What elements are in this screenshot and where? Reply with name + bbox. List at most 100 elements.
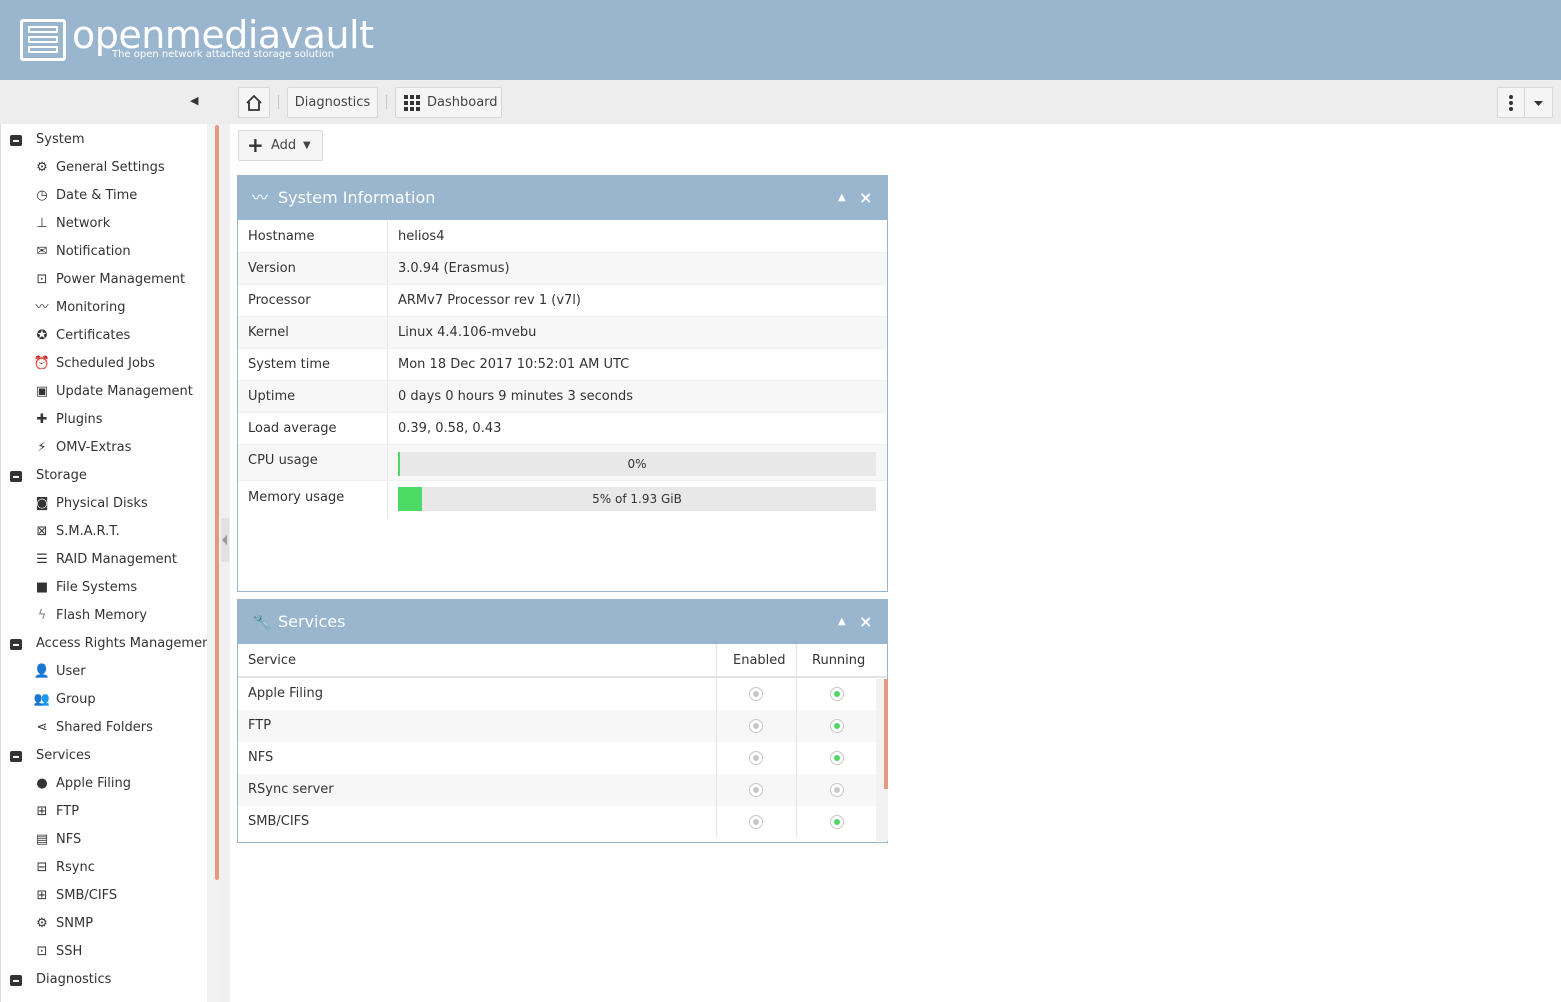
collapse-icon[interactable] [10, 471, 22, 482]
disk-icon: ◙ [35, 496, 49, 511]
wrench-icon: 🔧 [252, 612, 272, 631]
sidebar-splitter[interactable] [220, 124, 230, 1002]
table-row[interactable]: FTP [238, 710, 887, 742]
memory-usage-bar: 5% of 1.93 GiB [398, 487, 876, 511]
sidebar-item-omv-extras[interactable]: ⚡ OMV-Extras [1, 434, 219, 462]
info-row-cpu-usage: CPU usage 0% [238, 445, 887, 481]
sidebar-item-ftp[interactable]: ⊞ FTP [1, 798, 219, 826]
sidebar-item-network[interactable]: ⊥ Network [1, 210, 219, 238]
folder-icon: ■ [35, 580, 49, 595]
column-running[interactable]: Running [812, 644, 865, 678]
column-service[interactable]: Service [248, 644, 296, 678]
collapse-panel-icon[interactable]: ▲ [838, 600, 846, 644]
collapse-icon[interactable] [10, 751, 22, 762]
enabled-indicator [749, 687, 763, 701]
add-widget-button[interactable]: + Add ▼ [238, 130, 323, 161]
dropdown-button[interactable] [1524, 87, 1553, 118]
sidebar-item-shared-folders[interactable]: ⋖ Shared Folders [1, 714, 219, 742]
sidebar-item-power-management[interactable]: ⊡ Power Management [1, 266, 219, 294]
grid-icon [404, 95, 420, 111]
panel-header: 〰 System Information ▲ × [238, 176, 887, 220]
cpu-usage-bar: 0% [398, 452, 876, 476]
heartbeat-icon: ⊠ [36, 524, 48, 539]
nfs-icon: ▤ [35, 832, 49, 847]
logo-icon [20, 19, 66, 61]
sidebar-item-certificates[interactable]: ✪ Certificates [1, 322, 219, 350]
service-name: Apple Filing [248, 686, 323, 701]
collapse-icon[interactable] [10, 639, 22, 650]
sidebar-item-ssh[interactable]: ⊡ SSH [1, 938, 219, 966]
sidebar-group-system[interactable]: System [1, 126, 219, 154]
menu-button[interactable] [1497, 87, 1525, 118]
sidebar-item-monitoring[interactable]: 〰 Monitoring [1, 294, 219, 322]
column-enabled[interactable]: Enabled [733, 644, 786, 678]
sidebar-item-general-settings[interactable]: ⚙ General Settings [1, 154, 219, 182]
breadcrumb-dashboard[interactable]: Dashboard [395, 87, 502, 118]
sidebar-group-services[interactable]: Services [1, 742, 219, 770]
sidebar-item-group[interactable]: 👥 Group [1, 686, 219, 714]
table-row[interactable]: Apple Filing [238, 678, 887, 710]
info-row-uptime: Uptime 0 days 0 hours 9 minutes 3 seconds [238, 381, 887, 413]
collapse-icon[interactable] [10, 135, 22, 146]
database-icon: ☰ [36, 552, 48, 567]
sidebar-item-user[interactable]: 👤 User [1, 658, 219, 686]
sidebar-item-scheduled-jobs[interactable]: ⏰ Scheduled Jobs [1, 350, 219, 378]
alarm-clock-icon: ⏰ [33, 356, 51, 371]
flash-icon: ϟ [37, 608, 47, 623]
puzzle-icon: ✚ [36, 412, 48, 427]
caret-down-icon: ▼ [303, 140, 311, 151]
user-icon: 👤 [33, 664, 51, 679]
sidebar-item-apple-filing[interactable]: ● Apple Filing [1, 770, 219, 798]
running-indicator [830, 751, 844, 765]
close-panel-icon[interactable]: × [859, 176, 872, 220]
sidebar-item-rsync[interactable]: ⊟ Rsync [1, 854, 219, 882]
sidebar-item-update-management[interactable]: ▣ Update Management [1, 378, 219, 406]
table-row[interactable]: SMB/CIFS [238, 806, 887, 838]
home-icon [246, 94, 262, 111]
sidebar-item-raid-management[interactable]: ☰ RAID Management [1, 546, 219, 574]
sidebar-item-snmp[interactable]: ⚙ SNMP [1, 910, 219, 938]
enabled-indicator [749, 815, 763, 829]
info-row-memory-usage: Memory usage 5% of 1.93 GiB [238, 481, 887, 519]
splitter-grip-icon[interactable] [221, 518, 229, 562]
chevron-down-icon [1534, 101, 1543, 106]
running-indicator [830, 815, 844, 829]
breadcrumb-diagnostics[interactable]: Diagnostics [287, 87, 378, 118]
sidebar-item-flash-memory[interactable]: ϟ Flash Memory [1, 602, 219, 630]
table-row[interactable]: NFS [238, 742, 887, 774]
cogs-icon: ⚙ [36, 160, 48, 175]
info-row-hostname: Hostname helios4 [238, 221, 887, 253]
sidebar-item-smb-cifs[interactable]: ⊞ SMB/CIFS [1, 882, 219, 910]
sidebar-item-physical-disks[interactable]: ◙ Physical Disks [1, 490, 219, 518]
running-indicator [830, 687, 844, 701]
sidebar-item-file-systems[interactable]: ■ File Systems [1, 574, 219, 602]
certificate-icon: ✪ [36, 328, 48, 343]
table-row[interactable]: RSync server [238, 774, 887, 806]
sidebar-nav: System ⚙ General Settings ◷ Date & Time ⊥ N… [0, 124, 220, 1002]
service-name: NFS [248, 750, 274, 765]
collapse-icon[interactable] [10, 975, 22, 986]
collapse-sidebar-icon[interactable]: ◀ [190, 94, 206, 110]
sidebar-item-notification[interactable]: ✉ Notification [1, 238, 219, 266]
ftp-icon: ⊞ [36, 804, 48, 819]
snmp-icon: ⚙ [36, 916, 48, 931]
sidebar-item-smart[interactable]: ⊠ S.M.A.R.T. [1, 518, 219, 546]
enabled-indicator [749, 783, 763, 797]
sidebar-group-diagnostics[interactable]: Diagnostics [1, 966, 219, 994]
collapse-panel-icon[interactable]: ▲ [838, 176, 846, 220]
sidebar-scrollbar[interactable] [215, 125, 219, 880]
app-header: openmediavault The open network attached… [0, 0, 1561, 80]
plus-icon: + [247, 133, 264, 157]
sidebar-item-nfs[interactable]: ▤ NFS [1, 826, 219, 854]
sidebar-item-date-time[interactable]: ◷ Date & Time [1, 182, 219, 210]
close-panel-icon[interactable]: × [859, 600, 872, 644]
services-table-body: Apple Filing FTP NFS RSync server SMB/CIFS [238, 678, 887, 838]
home-button[interactable] [238, 87, 270, 118]
terminal-icon: ⊡ [36, 944, 48, 959]
services-panel: 🔧 Services ▲ × Service Enabled Running A… [237, 599, 888, 843]
enabled-indicator [749, 719, 763, 733]
services-scrollbar[interactable] [884, 679, 888, 789]
sidebar-item-plugins[interactable]: ✚ Plugins [1, 406, 219, 434]
sidebar-group-storage[interactable]: Storage [1, 462, 219, 490]
sidebar-group-access-rights[interactable]: Access Rights Management [1, 630, 219, 658]
